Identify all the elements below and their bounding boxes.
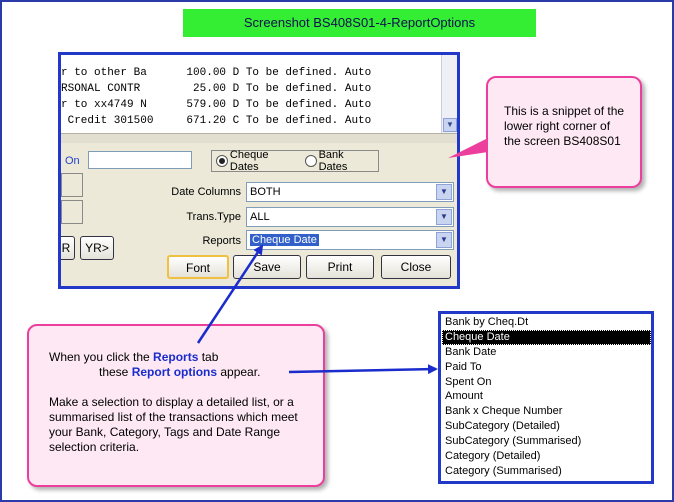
options-arrow-icon xyxy=(288,364,438,375)
callout-pointer-icon xyxy=(448,138,488,158)
reports-arrow-icon xyxy=(196,244,264,344)
pointer-arrows xyxy=(196,138,488,375)
